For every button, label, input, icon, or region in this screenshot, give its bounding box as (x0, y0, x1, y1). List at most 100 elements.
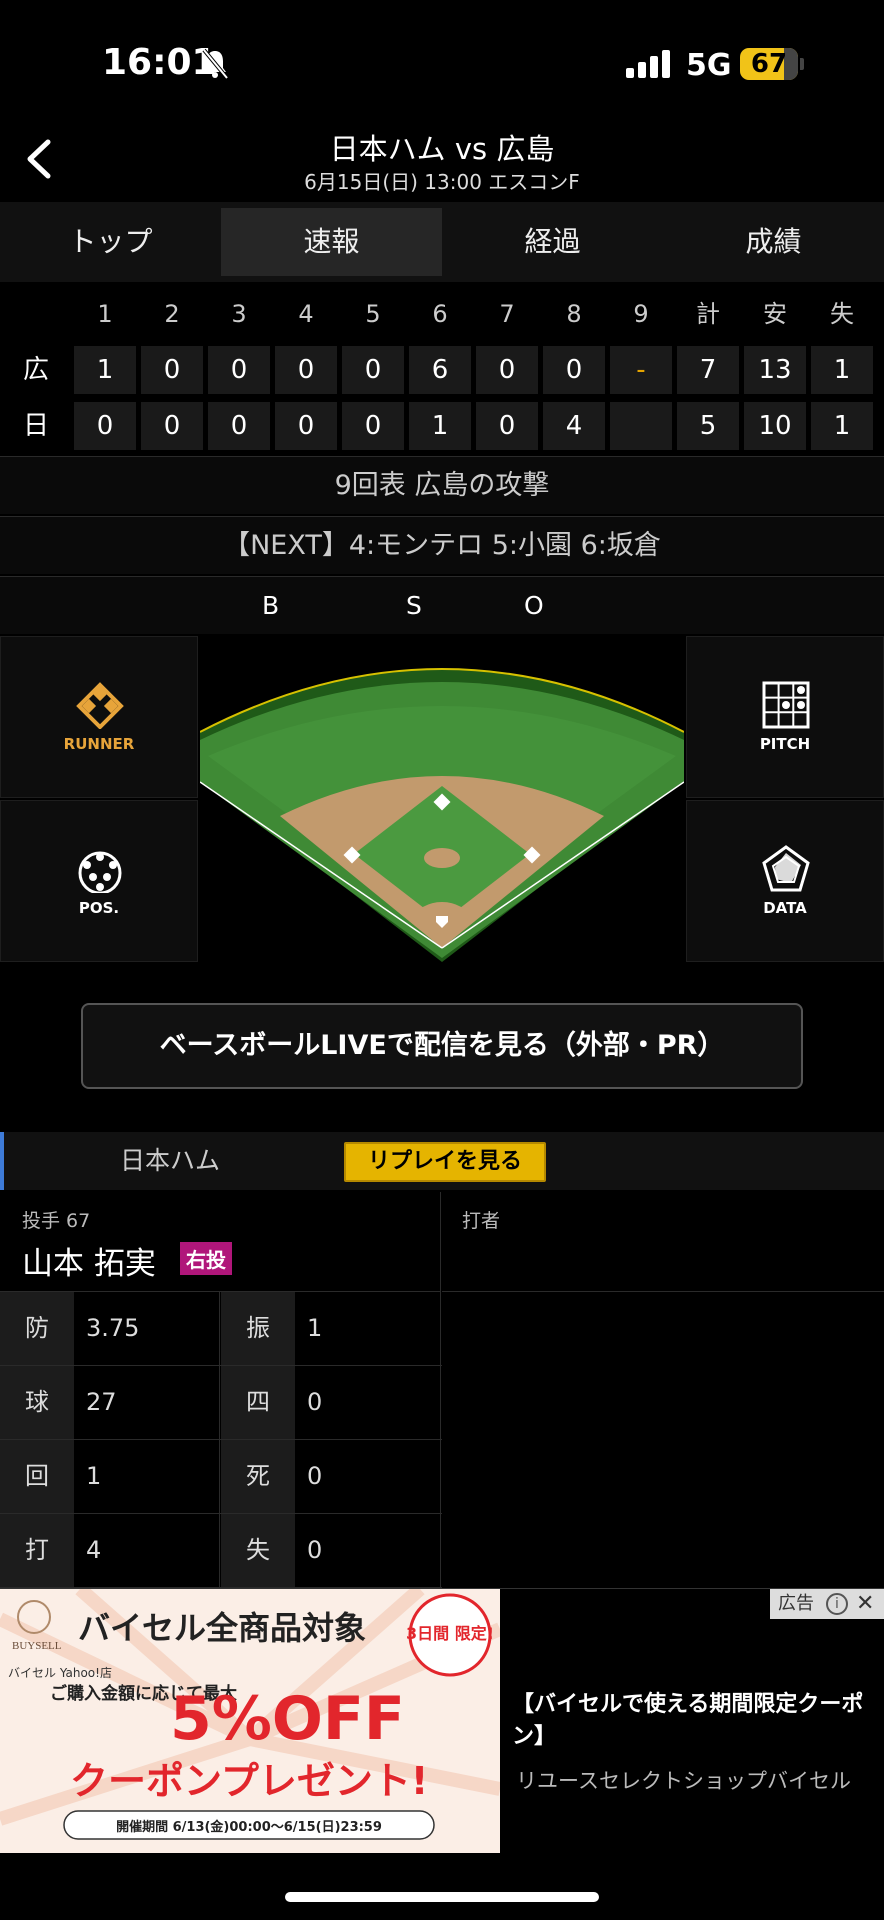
stat-key: 打 (0, 1514, 74, 1587)
pitcher-stats-table: 防 3.75 振 1 球 27 四 0 回 1 死 0 打 4 失 0 (0, 1292, 442, 1588)
outs-label: O (524, 591, 544, 620)
runner-diamond-icon (76, 682, 124, 729)
stat-key: 回 (0, 1440, 74, 1513)
score-cell: 0 (141, 346, 203, 394)
data-label: DATA (763, 899, 807, 917)
next-batters: 【NEXT】4:モンテロ 5:小園 6:坂倉 (0, 516, 884, 574)
pitch-label: PITCH (759, 735, 811, 753)
data-button[interactable]: DATA (686, 800, 884, 962)
tab-live[interactable]: 速報 (221, 208, 442, 276)
tab-progress[interactable]: 経過 (442, 202, 663, 282)
score-cell: - (610, 346, 672, 394)
inning-header: 6 (432, 300, 448, 328)
ad-close-icon[interactable]: ✕ (856, 1589, 874, 1619)
stats-row: 回 1 死 0 (0, 1440, 442, 1514)
pitcher-panel: 投手 67 山本 拓実 右投 (0, 1192, 441, 1292)
score-cell: 0 (74, 402, 136, 450)
tab-top[interactable]: トップ (0, 202, 221, 282)
stat-value: 3.75 (74, 1292, 220, 1365)
score-cell: 0 (141, 402, 203, 450)
tab-bar: トップ 速報 経過 成績 (0, 202, 884, 282)
team-abbrev: 広 (22, 355, 49, 385)
pitcher-label: 投手 67 (22, 1210, 91, 1232)
inning-header: 2 (164, 300, 180, 328)
scoreboard-row-away: 広 1 0 0 0 0 6 0 0 - 7 13 1 (0, 346, 884, 402)
signal-icon (626, 50, 670, 78)
stat-key: 振 (221, 1292, 295, 1365)
score-cell: 0 (275, 402, 337, 450)
game-title: 日本ハム vs 広島 (329, 132, 555, 166)
stat-value: 0 (295, 1366, 441, 1439)
stat-key: 防 (0, 1292, 74, 1365)
field-diagram (199, 668, 685, 962)
replay-button[interactable]: リプレイを見る (344, 1142, 546, 1182)
stat-value: 0 (295, 1514, 441, 1587)
watch-live-button[interactable]: ベースボールLIVEで配信を見る（外部・PR） (81, 1003, 803, 1089)
ad-artwork: BUYSELL バイセル Yahoo!店 バイセル全商品対象 3日間 限定! ご… (0, 1589, 500, 1853)
ad-coupon: クーポンプレゼント! (70, 1759, 428, 1803)
position-dots-icon (78, 851, 122, 893)
inning-status: 9回表 広島の攻撃 (0, 456, 884, 514)
score-cell: 0 (476, 346, 538, 394)
battery-icon: 67 (740, 48, 798, 80)
ad-title[interactable]: 【バイセルで使える期間限定クーポン】 (512, 1689, 872, 1753)
score-cell: 4 (543, 402, 605, 450)
ad-description: リユースセレクトショップバイセル (516, 1769, 851, 1793)
stat-key: 死 (221, 1440, 295, 1513)
total-runs-cell: 7 (677, 346, 739, 394)
total-runs-header: 計 (696, 300, 720, 328)
inning-header: 1 (97, 300, 113, 328)
scoreboard-row-home: 日 0 0 0 0 0 1 0 4 5 10 1 (0, 402, 884, 458)
ad-image[interactable]: BUYSELL バイセル Yahoo!店 バイセル全商品対象 3日間 限定! ご… (0, 1589, 500, 1853)
status-bar: 16:01 5G 67 (0, 0, 884, 120)
scoreboard: 1 2 3 4 5 6 7 8 9 計 安 失 広 1 0 0 0 0 6 0 … (0, 290, 884, 458)
score-cell: 1 (74, 346, 136, 394)
stat-key: 失 (221, 1514, 295, 1587)
game-subtitle: 6月15日(日) 13:00 エスコンF (304, 170, 580, 194)
ad-brand: BUYSELL (12, 1640, 62, 1652)
score-cell: 0 (208, 346, 270, 394)
batter-label: 打者 (462, 1210, 501, 1232)
inning-header: 4 (298, 300, 314, 328)
pitch-grid-icon (762, 681, 810, 729)
ad-label[interactable]: 広告 i ✕ (770, 1589, 884, 1619)
team-abbrev: 日 (22, 411, 49, 441)
tab-stats[interactable]: 成績 (663, 202, 884, 282)
ad-days: 3日間 限定! (406, 1624, 494, 1643)
network-type: 5G (686, 48, 732, 83)
stat-key: 四 (221, 1366, 295, 1439)
hits-cell: 13 (744, 346, 806, 394)
pitcher-name[interactable]: 山本 拓実 (22, 1238, 156, 1283)
balls-label: B (262, 591, 280, 620)
ad-headline: バイセル全商品対象 (78, 1609, 366, 1647)
hits-header: 安 (763, 300, 787, 328)
score-cell: 0 (543, 346, 605, 394)
inning-header: 3 (231, 300, 247, 328)
runner-label: RUNNER (63, 735, 135, 753)
team-bar: 日本ハム リプレイを見る (0, 1132, 884, 1190)
inning-header: 7 (499, 300, 515, 328)
errors-header: 失 (830, 300, 854, 328)
stat-value: 1 (295, 1292, 441, 1365)
position-button[interactable]: POS. (0, 800, 198, 962)
ad-banner[interactable]: BUYSELL バイセル Yahoo!店 バイセル全商品対象 3日間 限定! ご… (0, 1588, 884, 1853)
errors-cell: 1 (811, 402, 873, 450)
inning-header: 8 (566, 300, 582, 328)
runner-button[interactable]: RUNNER (0, 636, 198, 798)
hits-cell: 10 (744, 402, 806, 450)
stats-row: 打 4 失 0 (0, 1514, 442, 1588)
silent-bell-icon (202, 48, 229, 80)
ad-mark-text: 広告 (778, 1593, 814, 1614)
ad-info-icon[interactable]: i (826, 1593, 848, 1615)
errors-cell: 1 (811, 346, 873, 394)
stats-row: 球 27 四 0 (0, 1366, 442, 1440)
pos-label: POS. (78, 899, 120, 917)
stat-value: 4 (74, 1514, 220, 1587)
field-panel: RUNNER POS. PITCH DATA (0, 636, 884, 962)
score-cell (610, 402, 672, 450)
home-indicator[interactable] (285, 1892, 599, 1902)
pitch-button[interactable]: PITCH (686, 636, 884, 798)
score-cell: 0 (476, 402, 538, 450)
score-cell: 0 (208, 402, 270, 450)
ad-offer: 5%OFF (170, 1684, 405, 1754)
